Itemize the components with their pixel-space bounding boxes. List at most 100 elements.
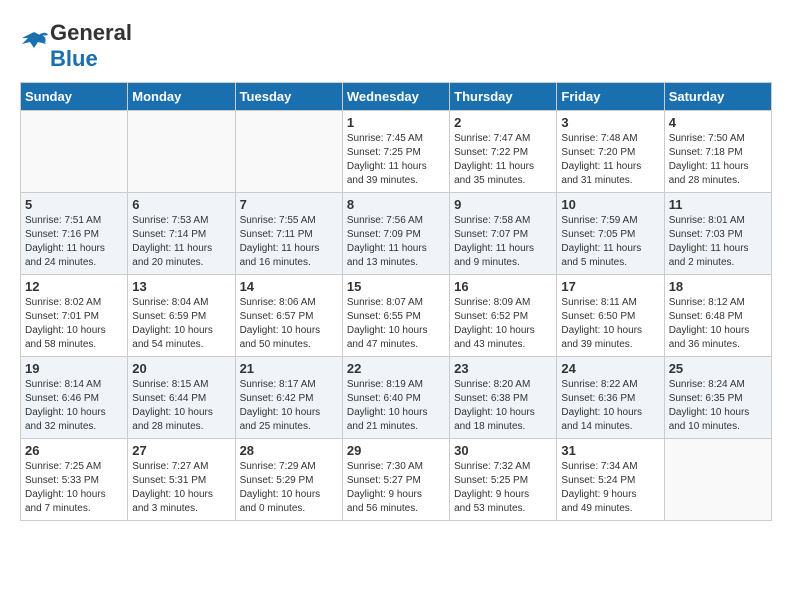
calendar-cell: 17 Sunrise: 8:11 AM Sunset: 6:50 PM Dayli… bbox=[557, 275, 664, 357]
calendar-cell: 28 Sunrise: 7:29 AM Sunset: 5:29 PM Dayli… bbox=[235, 439, 342, 521]
calendar-cell: 13 Sunrise: 8:04 AM Sunset: 6:59 PM Dayli… bbox=[128, 275, 235, 357]
day-number: 11 bbox=[669, 197, 767, 212]
logo-graphic bbox=[20, 30, 48, 63]
calendar-cell: 9 Sunrise: 7:58 AM Sunset: 7:07 PM Daylig… bbox=[450, 193, 557, 275]
day-number: 14 bbox=[240, 279, 338, 294]
logo-bird-icon bbox=[20, 30, 48, 58]
weekday-header: Monday bbox=[128, 83, 235, 111]
calendar-cell: 30 Sunrise: 7:32 AM Sunset: 5:25 PM Dayli… bbox=[450, 439, 557, 521]
calendar-cell: 5Sunrise: 7:51 AM Sunset: 7:16 PM Daylig… bbox=[21, 193, 128, 275]
day-info: Sunrise: 8:02 AM Sunset: 7:01 PM Dayligh… bbox=[25, 296, 123, 352]
calendar-table: SundayMondayTuesdayWednesdayThursdayFrid… bbox=[20, 82, 772, 521]
day-number: 1 bbox=[347, 115, 445, 130]
day-info: Sunrise: 7:58 AM Sunset: 7:07 PM Dayligh… bbox=[454, 214, 552, 270]
day-info: Sunrise: 7:50 AM Sunset: 7:18 PM Dayligh… bbox=[669, 132, 767, 188]
day-info: Sunrise: 8:11 AM Sunset: 6:50 PM Dayligh… bbox=[561, 296, 659, 352]
day-number: 31 bbox=[561, 443, 659, 458]
day-info: Sunrise: 7:25 AM Sunset: 5:33 PM Dayligh… bbox=[25, 460, 123, 516]
calendar-cell: 11 Sunrise: 8:01 AM Sunset: 7:03 PM Dayli… bbox=[664, 193, 771, 275]
calendar-cell: 18 Sunrise: 8:12 AM Sunset: 6:48 PM Dayli… bbox=[664, 275, 771, 357]
day-number: 30 bbox=[454, 443, 552, 458]
day-number: 19 bbox=[25, 361, 123, 376]
day-number: 13 bbox=[132, 279, 230, 294]
calendar-cell: 7 Sunrise: 7:55 AM Sunset: 7:11 PM Daylig… bbox=[235, 193, 342, 275]
weekday-header: Thursday bbox=[450, 83, 557, 111]
calendar-week-row: 1 Sunrise: 7:45 AM Sunset: 7:25 PM Daylig… bbox=[21, 111, 772, 193]
weekday-header-row: SundayMondayTuesdayWednesdayThursdayFrid… bbox=[21, 83, 772, 111]
weekday-header: Tuesday bbox=[235, 83, 342, 111]
day-info: Sunrise: 7:48 AM Sunset: 7:20 PM Dayligh… bbox=[561, 132, 659, 188]
calendar-cell: 22Sunrise: 8:19 AM Sunset: 6:40 PM Dayli… bbox=[342, 357, 449, 439]
day-info: Sunrise: 7:53 AM Sunset: 7:14 PM Dayligh… bbox=[132, 214, 230, 270]
weekday-header: Saturday bbox=[664, 83, 771, 111]
calendar-cell bbox=[21, 111, 128, 193]
calendar-cell: 25 Sunrise: 8:24 AM Sunset: 6:35 PM Dayli… bbox=[664, 357, 771, 439]
calendar-cell: 31 Sunrise: 7:34 AM Sunset: 5:24 PM Dayli… bbox=[557, 439, 664, 521]
day-info: Sunrise: 7:59 AM Sunset: 7:05 PM Dayligh… bbox=[561, 214, 659, 270]
calendar-cell bbox=[128, 111, 235, 193]
logo: General Blue bbox=[20, 20, 132, 72]
calendar-cell: 27Sunrise: 7:27 AM Sunset: 5:31 PM Dayli… bbox=[128, 439, 235, 521]
day-info: Sunrise: 8:19 AM Sunset: 6:40 PM Dayligh… bbox=[347, 378, 445, 434]
day-number: 7 bbox=[240, 197, 338, 212]
day-number: 23 bbox=[454, 361, 552, 376]
day-number: 17 bbox=[561, 279, 659, 294]
logo-container: General Blue bbox=[20, 20, 132, 72]
day-info: Sunrise: 7:45 AM Sunset: 7:25 PM Dayligh… bbox=[347, 132, 445, 188]
logo-blue-text: Blue bbox=[50, 46, 98, 71]
day-number: 9 bbox=[454, 197, 552, 212]
calendar-cell: 19 Sunrise: 8:14 AM Sunset: 6:46 PM Dayli… bbox=[21, 357, 128, 439]
day-number: 20 bbox=[132, 361, 230, 376]
calendar-cell: 26 Sunrise: 7:25 AM Sunset: 5:33 PM Dayli… bbox=[21, 439, 128, 521]
day-info: Sunrise: 8:09 AM Sunset: 6:52 PM Dayligh… bbox=[454, 296, 552, 352]
day-info: Sunrise: 7:30 AM Sunset: 5:27 PM Dayligh… bbox=[347, 460, 445, 516]
day-number: 26 bbox=[25, 443, 123, 458]
day-info: Sunrise: 8:12 AM Sunset: 6:48 PM Dayligh… bbox=[669, 296, 767, 352]
weekday-header: Friday bbox=[557, 83, 664, 111]
day-info: Sunrise: 8:01 AM Sunset: 7:03 PM Dayligh… bbox=[669, 214, 767, 270]
day-number: 2 bbox=[454, 115, 552, 130]
calendar-week-row: 5Sunrise: 7:51 AM Sunset: 7:16 PM Daylig… bbox=[21, 193, 772, 275]
page-header: General Blue bbox=[20, 20, 772, 72]
calendar-cell: 10Sunrise: 7:59 AM Sunset: 7:05 PM Dayli… bbox=[557, 193, 664, 275]
day-info: Sunrise: 7:51 AM Sunset: 7:16 PM Dayligh… bbox=[25, 214, 123, 270]
day-number: 29 bbox=[347, 443, 445, 458]
day-info: Sunrise: 7:55 AM Sunset: 7:11 PM Dayligh… bbox=[240, 214, 338, 270]
logo-text: General Blue bbox=[50, 20, 132, 72]
day-info: Sunrise: 8:06 AM Sunset: 6:57 PM Dayligh… bbox=[240, 296, 338, 352]
weekday-header: Sunday bbox=[21, 83, 128, 111]
calendar-cell: 29 Sunrise: 7:30 AM Sunset: 5:27 PM Dayli… bbox=[342, 439, 449, 521]
day-info: Sunrise: 7:32 AM Sunset: 5:25 PM Dayligh… bbox=[454, 460, 552, 516]
calendar-week-row: 12Sunrise: 8:02 AM Sunset: 7:01 PM Dayli… bbox=[21, 275, 772, 357]
calendar-cell: 16 Sunrise: 8:09 AM Sunset: 6:52 PM Dayli… bbox=[450, 275, 557, 357]
calendar-cell: 20Sunrise: 8:15 AM Sunset: 6:44 PM Dayli… bbox=[128, 357, 235, 439]
day-info: Sunrise: 8:07 AM Sunset: 6:55 PM Dayligh… bbox=[347, 296, 445, 352]
day-number: 16 bbox=[454, 279, 552, 294]
day-info: Sunrise: 8:14 AM Sunset: 6:46 PM Dayligh… bbox=[25, 378, 123, 434]
day-number: 24 bbox=[561, 361, 659, 376]
day-number: 25 bbox=[669, 361, 767, 376]
day-number: 8 bbox=[347, 197, 445, 212]
day-info: Sunrise: 7:56 AM Sunset: 7:09 PM Dayligh… bbox=[347, 214, 445, 270]
day-number: 4 bbox=[669, 115, 767, 130]
calendar-cell bbox=[235, 111, 342, 193]
calendar-cell: 4 Sunrise: 7:50 AM Sunset: 7:18 PM Daylig… bbox=[664, 111, 771, 193]
calendar-cell: 14 Sunrise: 8:06 AM Sunset: 6:57 PM Dayli… bbox=[235, 275, 342, 357]
day-info: Sunrise: 7:47 AM Sunset: 7:22 PM Dayligh… bbox=[454, 132, 552, 188]
day-number: 21 bbox=[240, 361, 338, 376]
day-info: Sunrise: 8:24 AM Sunset: 6:35 PM Dayligh… bbox=[669, 378, 767, 434]
calendar-cell: 3Sunrise: 7:48 AM Sunset: 7:20 PM Daylig… bbox=[557, 111, 664, 193]
calendar-cell: 15Sunrise: 8:07 AM Sunset: 6:55 PM Dayli… bbox=[342, 275, 449, 357]
day-number: 18 bbox=[669, 279, 767, 294]
calendar-week-row: 19 Sunrise: 8:14 AM Sunset: 6:46 PM Dayli… bbox=[21, 357, 772, 439]
day-info: Sunrise: 8:04 AM Sunset: 6:59 PM Dayligh… bbox=[132, 296, 230, 352]
calendar-cell bbox=[664, 439, 771, 521]
day-number: 28 bbox=[240, 443, 338, 458]
day-number: 27 bbox=[132, 443, 230, 458]
day-info: Sunrise: 8:20 AM Sunset: 6:38 PM Dayligh… bbox=[454, 378, 552, 434]
day-info: Sunrise: 7:29 AM Sunset: 5:29 PM Dayligh… bbox=[240, 460, 338, 516]
day-info: Sunrise: 7:34 AM Sunset: 5:24 PM Dayligh… bbox=[561, 460, 659, 516]
calendar-week-row: 26 Sunrise: 7:25 AM Sunset: 5:33 PM Dayli… bbox=[21, 439, 772, 521]
day-info: Sunrise: 8:22 AM Sunset: 6:36 PM Dayligh… bbox=[561, 378, 659, 434]
calendar-cell: 2 Sunrise: 7:47 AM Sunset: 7:22 PM Daylig… bbox=[450, 111, 557, 193]
